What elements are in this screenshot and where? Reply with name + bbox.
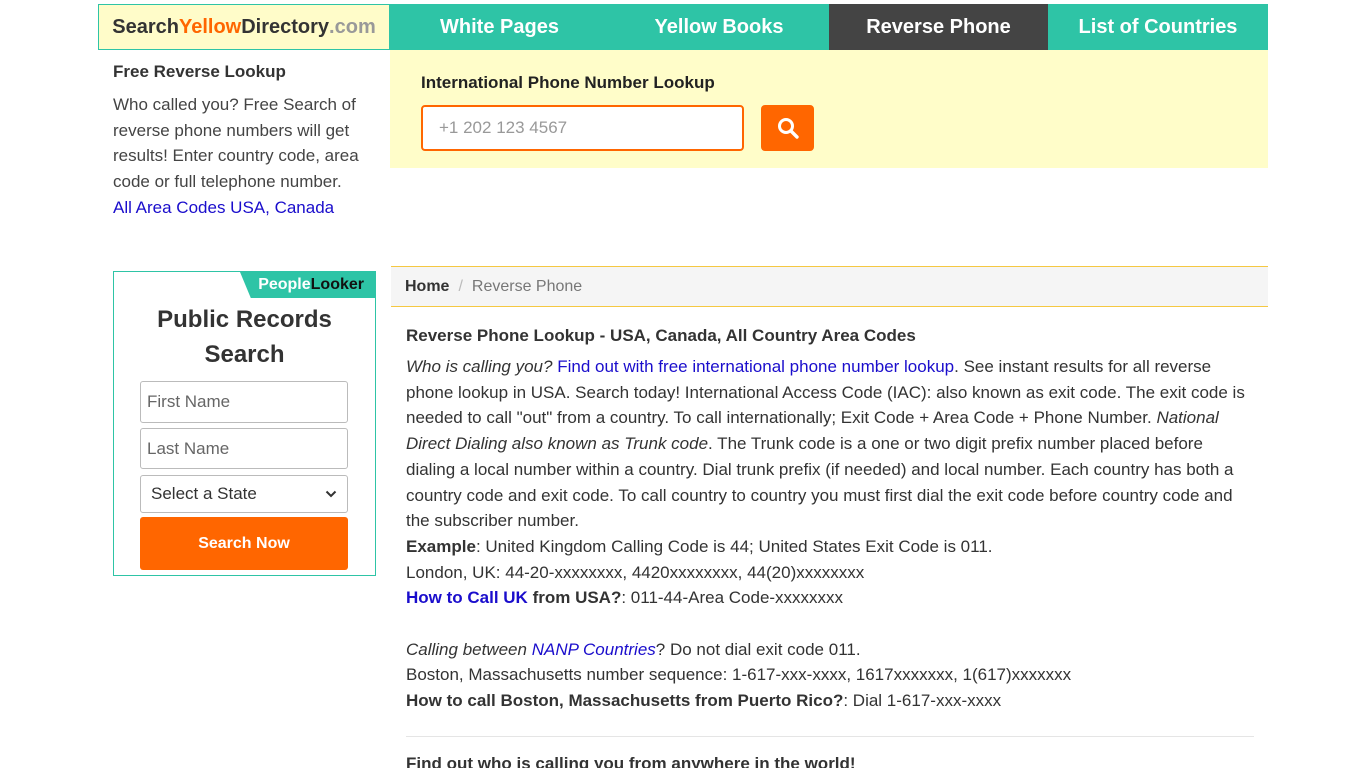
breadcrumb-separator: /	[458, 277, 463, 295]
public-records-widget: PeopleLooker Public Records Search Selec…	[113, 271, 376, 576]
nav-yellow-books[interactable]: Yellow Books	[609, 4, 829, 50]
how-to-call-uk-link[interactable]: How to Call UK	[406, 588, 528, 607]
nav-reverse-phone[interactable]: Reverse Phone	[829, 4, 1048, 50]
nav-white-pages[interactable]: White Pages	[390, 4, 609, 50]
phone-lookup-link[interactable]: Find out with free international phone n…	[557, 357, 954, 376]
nanp-text: ? Do not dial exit code 011.	[655, 639, 861, 659]
last-name-input[interactable]	[140, 428, 348, 469]
logo-search: Search	[112, 15, 179, 38]
breadcrumb-home[interactable]: Home	[405, 278, 449, 296]
phone-number-input[interactable]	[421, 105, 744, 151]
logo-directory: Directory	[241, 15, 330, 38]
example-line: Example: United Kingdom Calling Code is …	[406, 534, 1254, 560]
brand-looker: Looker	[310, 276, 364, 293]
phone-lookup-panel: International Phone Number Lookup	[390, 50, 1268, 168]
phone-search-button[interactable]	[761, 105, 814, 151]
puerto-rico-dial: : Dial 1-617-xxx-xxxx	[843, 691, 1002, 711]
first-name-input[interactable]	[140, 381, 348, 423]
uk-line: How to Call UK from USA?: 011-44-Area Co…	[406, 585, 1254, 611]
state-select-value: Select a State	[151, 484, 257, 503]
search-now-button[interactable]: Search Now	[140, 517, 348, 570]
breadcrumb-current: Reverse Phone	[471, 277, 583, 295]
article-title: Reverse Phone Lookup - USA, Canada, All …	[406, 326, 916, 345]
boston-line: Boston, Massachusetts number sequence: 1…	[406, 665, 1072, 685]
example-text: : United Kingdom Calling Code is 44; Uni…	[475, 536, 993, 556]
example-label: Example	[406, 536, 476, 556]
area-codes-link[interactable]: All Area Codes USA, Canada	[113, 195, 378, 221]
search-icon	[777, 118, 799, 139]
puerto-rico-line: How to call Boston, Massachusetts from P…	[406, 688, 1254, 714]
nanp-italic: Calling between	[406, 639, 527, 659]
lookup-title: International Phone Number Lookup	[421, 73, 715, 92]
divider	[406, 735, 1254, 737]
intro-title: Free Reverse Lookup	[113, 62, 286, 81]
top-nav: Search Yellow Directory .com White Pages Ye…	[98, 4, 1268, 50]
widget-title: Public Records Search	[157, 306, 332, 368]
puerto-rico-question: How to call Boston, Massachusetts from P…	[406, 691, 844, 711]
peoplelooker-logo: People Looker	[240, 272, 375, 298]
breadcrumb: Home / Reverse Phone	[391, 266, 1268, 307]
london-line: London, UK: 44-20-xxxxxxxx, 4420xxxxxxxx…	[406, 562, 865, 582]
logo-yellow: Yellow	[178, 15, 242, 38]
intro-text: Who called you? Free Search of reverse p…	[113, 95, 359, 192]
nanp-line: Calling between NANP Countries? Do not d…	[406, 637, 1254, 663]
uk-link-text: How to Call UK	[406, 588, 528, 608]
who-calling-text: Who is calling you?	[406, 357, 553, 376]
site-logo[interactable]: Search Yellow Directory .com	[98, 4, 390, 50]
brand-people: People	[258, 276, 311, 293]
nav-list-of-countries[interactable]: List of Countries	[1048, 4, 1268, 50]
intro-paragraph: Who is calling you? Find out with free i…	[406, 354, 1254, 534]
nanp-countries-link[interactable]: NANP Countries	[532, 640, 656, 659]
uk-dial-text: : 011-44-Area Code-xxxxxxxx	[621, 588, 844, 608]
section-subheading: Find out who is calling you from anywher…	[406, 753, 856, 768]
intro-section: Free Reverse Lookup Who called you? Free…	[113, 60, 378, 221]
logo-com: .com	[329, 15, 376, 38]
main-article: Reverse Phone Lookup - USA, Canada, All …	[406, 323, 1254, 768]
state-select[interactable]: Select a State	[140, 475, 348, 513]
uk-bold-text: from USA?	[527, 588, 622, 608]
chevron-down-icon	[325, 490, 337, 498]
